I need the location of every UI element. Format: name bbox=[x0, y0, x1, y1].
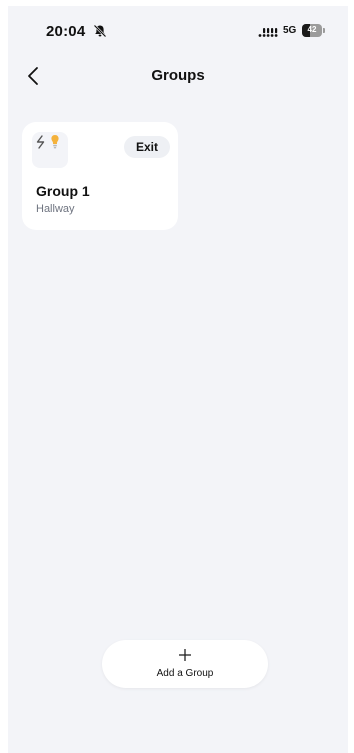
page-title: Groups bbox=[151, 67, 205, 84]
group-name: Group 1 bbox=[36, 183, 90, 199]
signal-icon bbox=[258, 28, 278, 37]
group-card[interactable]: Exit Group 1 Hallway bbox=[22, 122, 178, 230]
status-time: 20:04 bbox=[46, 23, 86, 40]
exit-group-button[interactable]: Exit bbox=[124, 136, 170, 158]
plus-icon bbox=[179, 649, 191, 661]
status-bar: 20:04 5G 42 bbox=[8, 6, 348, 48]
add-group-button[interactable]: Add a Group bbox=[102, 640, 268, 688]
groups-screen: 20:04 5G 42 Groups Exit Group 1 Hallway … bbox=[8, 6, 348, 753]
group-room: Hallway bbox=[36, 203, 75, 215]
bell-muted-icon bbox=[93, 24, 107, 38]
battery-level: 42 bbox=[307, 25, 317, 34]
group-device-icons bbox=[32, 132, 68, 168]
bulb-icon bbox=[51, 135, 59, 149]
battery-icon: 42 bbox=[302, 24, 328, 37]
network-label: 5G bbox=[283, 25, 297, 36]
add-group-label: Add a Group bbox=[156, 668, 214, 679]
switch-icon bbox=[36, 135, 45, 149]
